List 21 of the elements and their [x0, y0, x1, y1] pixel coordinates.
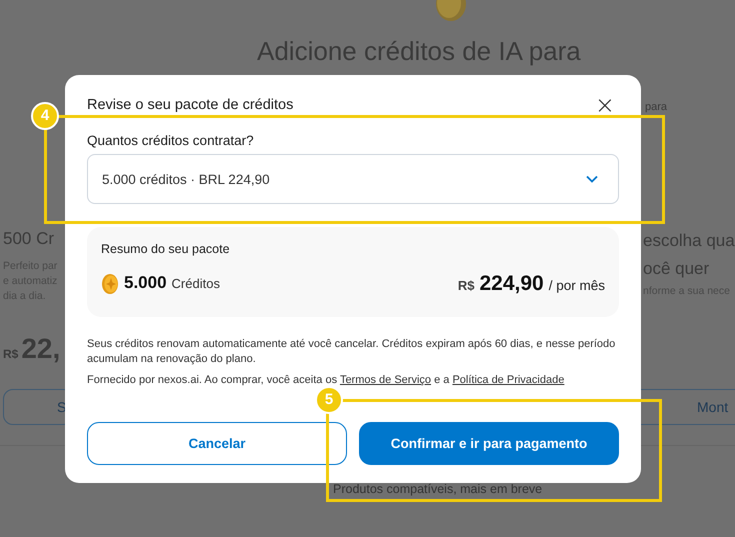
confirm-button[interactable]: Confirmar e ir para pagamento [359, 422, 619, 465]
close-button[interactable]: × [590, 94, 619, 116]
price-period: / por mês [548, 278, 605, 293]
privacy-link[interactable]: Política de Privacidade [452, 374, 564, 386]
renewal-note: Seus créditos renovam automaticamente até você cancelar. Créditos expiram após 60 dias, e nesse período acumulam na renovação do plano. [87, 337, 616, 367]
cancel-button[interactable]: Cancelar [87, 422, 347, 465]
currency-label: R$ [458, 278, 474, 293]
credit-unit: Créditos [172, 276, 220, 291]
chevron-down-icon [586, 175, 598, 183]
field-label: Quantos créditos contratar? [87, 133, 255, 148]
coin-icon [434, 0, 468, 22]
legal-note: Fornecido por nexos.ai. Ao comprar, você aceita os Termos de Serviço e a Política de Privacidade [87, 373, 566, 388]
package-price: 224,90 [479, 272, 544, 296]
dialog-title: Revise o seu pacote de créditos [87, 97, 294, 113]
coin-icon [101, 273, 119, 295]
terms-link[interactable]: Termos de Serviço [340, 374, 432, 386]
callout-badge: 4 [31, 102, 59, 130]
credit-amount: 5.000 [124, 273, 167, 293]
summary-title: Resumo do seu pacote [101, 242, 231, 256]
footer-text: Produtos compatíveis, mais em breve [333, 482, 542, 496]
credits-dropdown[interactable]: 5.000 créditos · BRL 224,90 [87, 154, 619, 204]
